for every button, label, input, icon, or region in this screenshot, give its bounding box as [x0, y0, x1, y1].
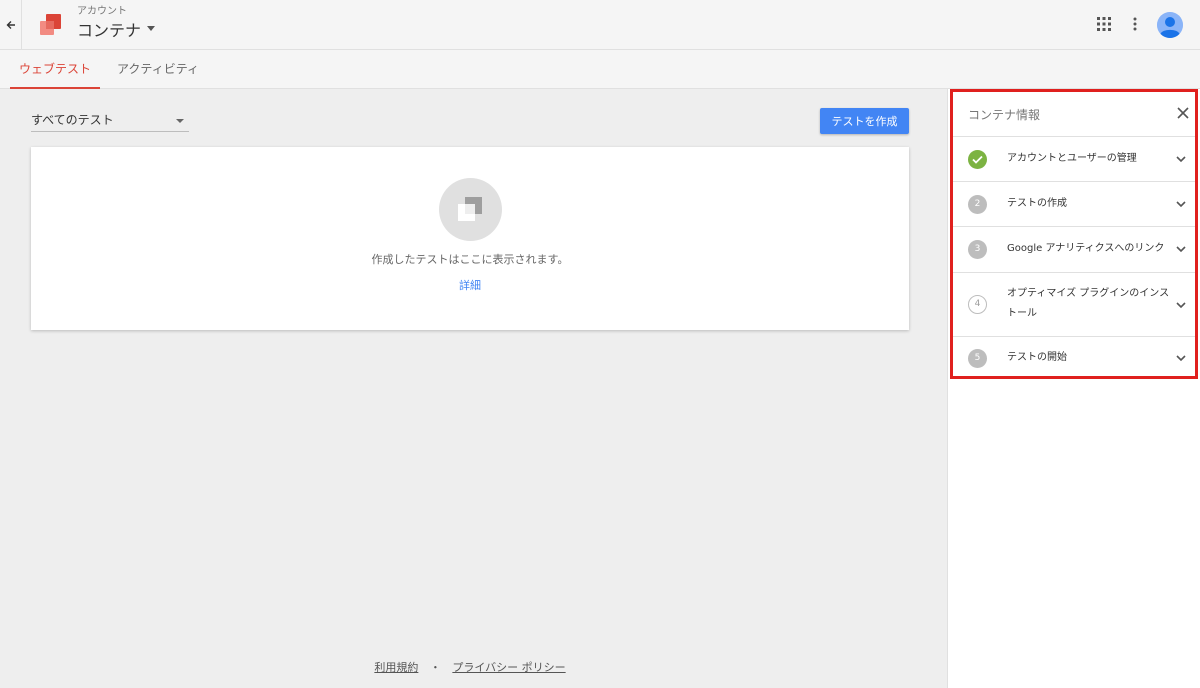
- container-name: コンテナ: [77, 21, 142, 40]
- apps-button[interactable]: [1093, 13, 1115, 35]
- back-button[interactable]: [0, 0, 22, 50]
- chevron-down-icon: [1176, 246, 1186, 253]
- step-status-done: [968, 150, 987, 169]
- step-label: オプティマイズ プラグインのインストール: [1007, 288, 1170, 319]
- empty-state-message: 作成したテストはここに表示されます。: [371, 253, 569, 266]
- step-label: アカウントとユーザーの管理: [1007, 153, 1137, 164]
- chevron-down-icon: [1176, 201, 1186, 208]
- privacy-link[interactable]: プライバシー ポリシー: [452, 661, 565, 674]
- panel-title: コンテナ情報: [968, 108, 1041, 122]
- step-number-badge: 5: [968, 349, 987, 368]
- apps-grid-icon: [1097, 17, 1111, 31]
- details-link[interactable]: 詳細: [31, 277, 909, 293]
- empty-state-icon: [439, 178, 502, 241]
- tab-web-tests[interactable]: ウェブテスト: [10, 50, 100, 89]
- tab-bar: ウェブテスト アクティビティ: [0, 50, 1200, 89]
- more-options-button[interactable]: [1125, 13, 1145, 35]
- caret-down-icon: [176, 119, 184, 123]
- create-test-button[interactable]: テストを作成: [820, 108, 909, 134]
- step-label: テストの開始: [1007, 352, 1067, 363]
- test-filter-select[interactable]: すべてのテスト: [31, 110, 189, 132]
- step-label: テストの作成: [1007, 198, 1067, 209]
- optimize-logo-icon: [40, 14, 61, 35]
- footer: 利用規約 ・ プライバシー ポリシー: [0, 659, 940, 675]
- back-arrow-icon: [6, 21, 15, 29]
- avatar-icon: [1157, 12, 1183, 38]
- step-number-badge: 3: [968, 240, 987, 259]
- filter-value: すべてのテスト: [31, 113, 114, 127]
- close-panel-button[interactable]: [1175, 105, 1191, 121]
- container-selector[interactable]: コンテナ: [77, 20, 156, 42]
- caret-down-icon: [147, 25, 156, 31]
- chevron-down-icon: [1176, 302, 1186, 309]
- step-item-account-users[interactable]: アカウントとユーザーの管理: [953, 137, 1195, 182]
- account-label: アカウント: [77, 6, 127, 17]
- panel-header: コンテナ情報: [953, 92, 1195, 137]
- top-bar: アカウント コンテナ: [0, 0, 1200, 50]
- step-label: Google アナリティクスへのリンク: [1007, 243, 1165, 254]
- step-item-create-test[interactable]: 2 テストの作成: [953, 182, 1195, 227]
- terms-link[interactable]: 利用規約: [374, 661, 418, 674]
- side-panel: コンテナ情報 アカウントとユーザーの管理 2 テストの作成 3 Google ア…: [947, 89, 1200, 688]
- container-info-panel: コンテナ情報 アカウントとユーザーの管理 2 テストの作成 3 Google ア…: [950, 89, 1198, 379]
- step-item-link-analytics[interactable]: 3 Google アナリティクスへのリンク: [953, 227, 1195, 273]
- chevron-down-icon: [1176, 156, 1186, 163]
- footer-separator: ・: [429, 661, 441, 674]
- check-icon: [972, 155, 983, 164]
- more-vert-icon: [1133, 17, 1137, 31]
- chevron-down-icon: [1176, 355, 1186, 362]
- empty-state-card: 作成したテストはここに表示されます。 詳細: [31, 147, 909, 330]
- close-icon: [1177, 107, 1189, 119]
- account-avatar[interactable]: [1157, 12, 1183, 38]
- step-number-badge: 4: [968, 295, 987, 314]
- tab-activity[interactable]: アクティビティ: [108, 50, 208, 89]
- main-content: すべてのテスト テストを作成 作成したテストはここに表示されます。 詳細 利用規…: [0, 89, 947, 688]
- step-number-badge: 2: [968, 195, 987, 214]
- step-item-start-test[interactable]: 5 テストの開始: [953, 337, 1195, 376]
- step-item-install-plugin[interactable]: 4 オプティマイズ プラグインのインストール: [953, 273, 1195, 337]
